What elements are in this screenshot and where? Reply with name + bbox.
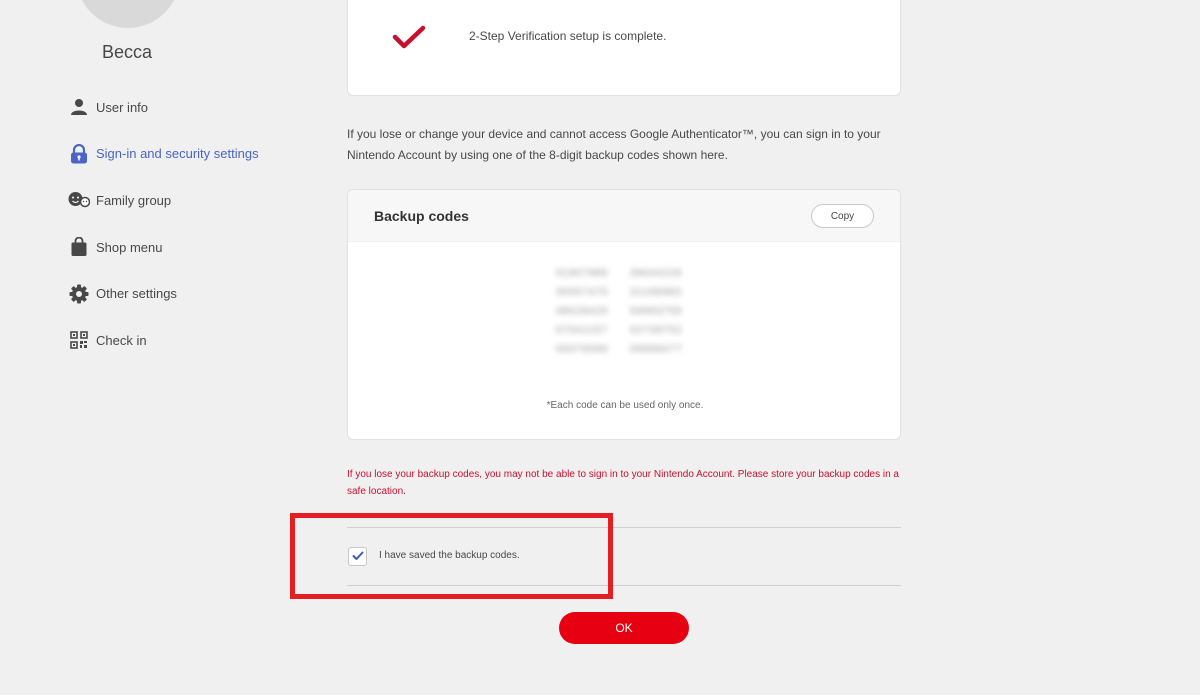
backup-code: 30057470 — [556, 287, 609, 298]
backup-code: 01907985 — [556, 268, 609, 279]
backup-code: 39644226 — [630, 268, 683, 279]
backup-codes-list: 01907985 39644226 30057470 31168983 4802… — [556, 268, 690, 359]
backup-code: 59993755 — [630, 306, 683, 317]
family-icon — [68, 189, 90, 211]
sidebar-item-label: User info — [96, 99, 149, 115]
sidebar-item-shop-menu[interactable]: Shop menu — [68, 236, 259, 258]
verification-complete-text: 2-Step Verification setup is complete. — [469, 29, 667, 43]
backup-code: 31168983 — [630, 287, 682, 298]
user-name: Becca — [101, 42, 153, 62]
backup-codes-title: Backup codes — [374, 208, 469, 224]
lock-icon — [68, 143, 90, 165]
sidebar-item-family-group[interactable]: Family group — [68, 189, 259, 211]
sidebar-item-check-in[interactable]: Check in — [68, 329, 259, 351]
gear-icon — [68, 283, 90, 305]
backup-code: 07041157 — [556, 325, 608, 336]
user-icon — [68, 96, 90, 118]
annotation-highlight-box — [290, 513, 613, 599]
sidebar-nav: User info Sign-in and security settings … — [68, 96, 259, 376]
sidebar-item-other-settings[interactable]: Other settings — [68, 283, 259, 305]
ok-button[interactable]: OK — [559, 612, 689, 644]
backup-code: 09998477 — [630, 344, 683, 355]
warning-text: If you lose your backup codes, you may n… — [347, 469, 899, 497]
backup-codes-note: *Each code can be used only once. — [546, 400, 704, 411]
checkmark-icon — [392, 25, 426, 56]
qr-code-icon — [68, 329, 90, 351]
backup-code: 48028420 — [556, 306, 609, 317]
sidebar-item-sign-in-security[interactable]: Sign-in and security settings — [68, 143, 259, 165]
backup-code: 00076590 — [556, 344, 609, 355]
shopping-bag-icon — [68, 236, 90, 258]
sidebar-item-label: Shop menu — [96, 239, 163, 255]
sidebar-item-user-info[interactable]: User info — [68, 96, 259, 118]
backup-info-text: If you lose or change your device and ca… — [347, 127, 881, 162]
sidebar-item-label: Family group — [96, 192, 172, 208]
backup-codes-header: Backup codes Copy — [348, 190, 900, 242]
backup-codes-card: Backup codes Copy 01907985 39644226 3005… — [347, 189, 901, 440]
verification-complete-card: 2-Step Verification setup is complete. — [347, 0, 901, 96]
backup-code: 02739752 — [630, 325, 683, 336]
copy-button[interactable]: Copy — [811, 204, 874, 228]
sidebar-item-label: Sign-in and security settings — [96, 146, 259, 162]
sidebar-item-label: Other settings — [96, 286, 177, 302]
avatar — [76, 0, 180, 28]
sidebar-item-label: Check in — [96, 332, 147, 348]
